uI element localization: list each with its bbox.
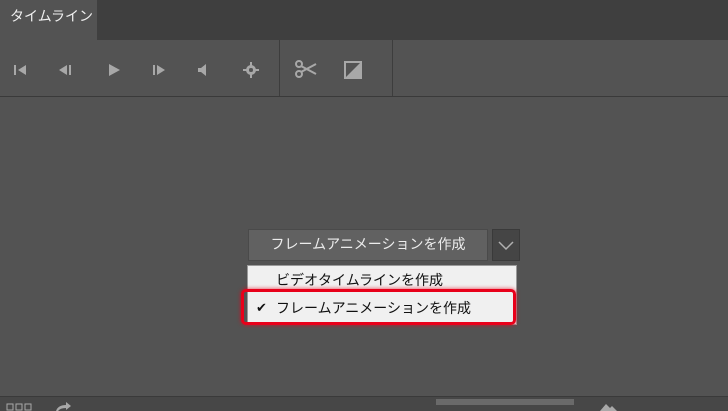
transition-icon[interactable] bbox=[343, 60, 363, 80]
previous-frame-icon[interactable] bbox=[55, 60, 75, 80]
next-frame-icon[interactable] bbox=[149, 60, 169, 80]
create-frame-animation-button[interactable]: フレームアニメーションを作成 bbox=[248, 229, 488, 261]
scissors-icon[interactable] bbox=[294, 57, 318, 81]
toolbar-divider bbox=[279, 40, 280, 96]
timeline-toolbar bbox=[0, 40, 728, 97]
zoom-slider-track[interactable] bbox=[436, 399, 574, 405]
highlight-annotation bbox=[241, 289, 516, 325]
panel-tab-bar: タイムライン bbox=[0, 0, 728, 40]
toolbar-divider bbox=[392, 40, 393, 96]
play-icon[interactable] bbox=[104, 60, 124, 80]
timeline-bottom-bar bbox=[0, 396, 728, 411]
audio-icon[interactable] bbox=[194, 60, 214, 80]
settings-icon[interactable] bbox=[241, 60, 261, 80]
timeline-type-dropdown-button[interactable] bbox=[492, 229, 520, 261]
chevron-down-icon bbox=[498, 241, 514, 251]
tab-timeline[interactable]: タイムライン bbox=[0, 0, 97, 40]
first-frame-icon[interactable] bbox=[10, 60, 30, 80]
